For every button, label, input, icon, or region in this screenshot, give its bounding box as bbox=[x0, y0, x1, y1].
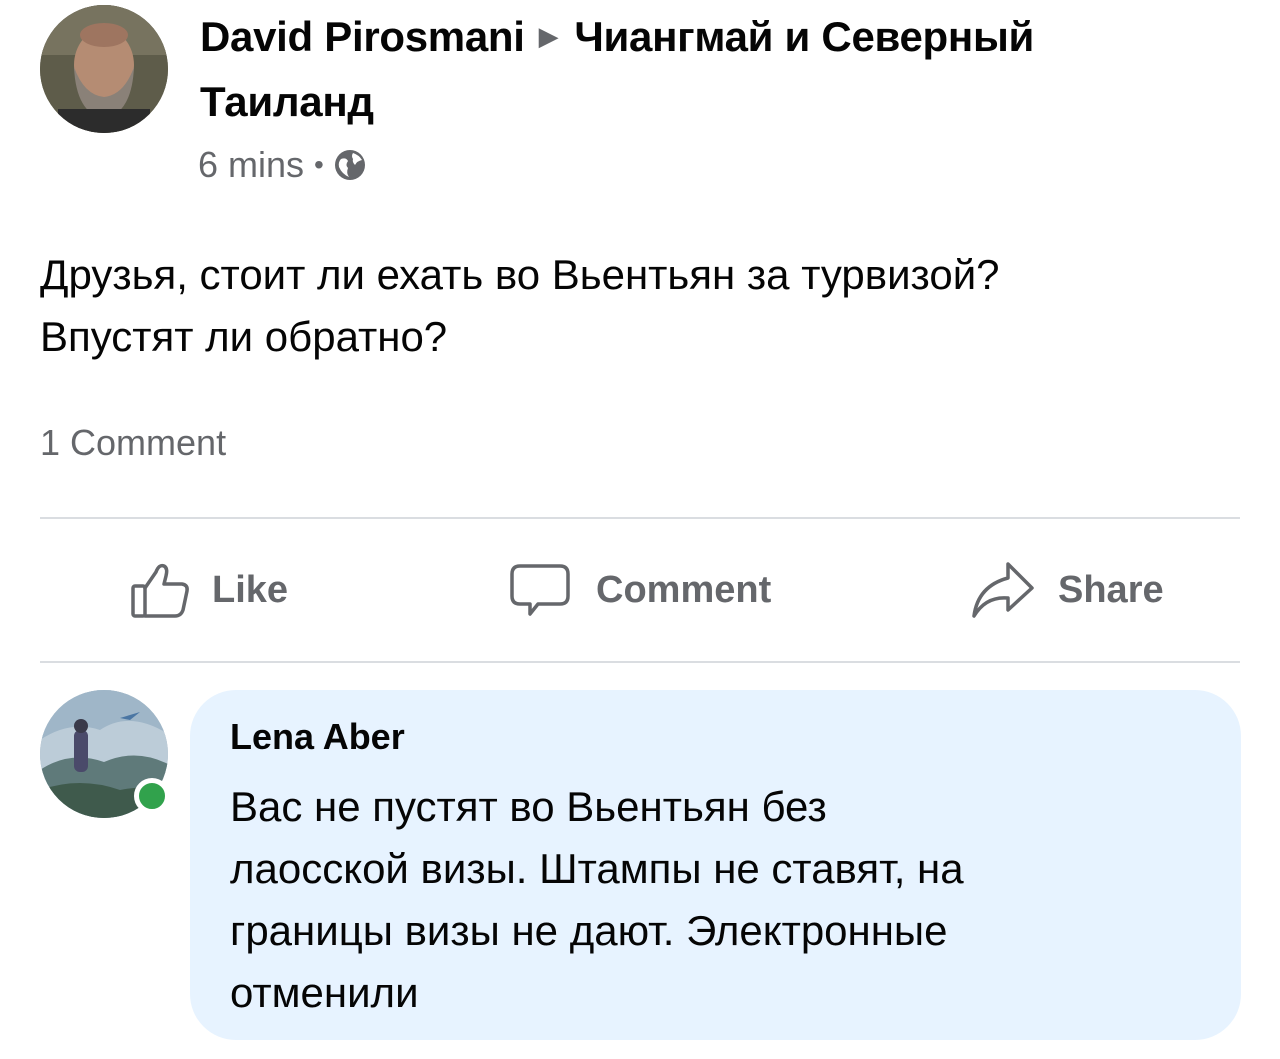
comment-text-line: лаосской визы. Штампы не ставят, на bbox=[230, 845, 964, 892]
comment-button[interactable]: Comment bbox=[508, 560, 771, 620]
post-author-avatar[interactable] bbox=[40, 5, 168, 133]
thumbs-up-icon bbox=[131, 563, 189, 618]
post-meta: 6 mins • bbox=[198, 144, 368, 186]
comment-bubble: Lena Aber Вас не пустят во Вьентьян без … bbox=[190, 690, 1241, 1040]
post-author-name[interactable]: David Pirosmani bbox=[200, 13, 525, 60]
post-text: Друзья, стоит ли ехать во Вьентьян за ту… bbox=[40, 244, 1250, 368]
share-label: Share bbox=[1058, 568, 1164, 611]
commenter-name[interactable]: Lena Aber bbox=[230, 716, 405, 758]
separator-dot: • bbox=[314, 149, 324, 180]
arrow-right-icon: ▶ bbox=[538, 21, 559, 51]
like-button[interactable]: Like bbox=[128, 560, 288, 620]
comment-count[interactable]: 1 Comment bbox=[40, 422, 226, 464]
post-header: David Pirosmani ▶ Чиангмай и Северный bbox=[200, 8, 1034, 65]
comment-text: Вас не пустят во Вьентьян без лаосской в… bbox=[230, 776, 1210, 1024]
comment-text-line: границы визы не дают. Электронные bbox=[230, 907, 948, 954]
divider bbox=[40, 661, 1240, 663]
post-time[interactable]: 6 mins bbox=[198, 144, 304, 186]
comment-label: Comment bbox=[596, 568, 772, 611]
group-name[interactable]: Чиангмай и Северный bbox=[574, 13, 1034, 60]
comment-text-line: Вас не пустят во Вьентьян без bbox=[230, 783, 827, 830]
comment-text-line: отменили bbox=[230, 969, 419, 1016]
comment-bubble-icon bbox=[510, 564, 570, 616]
online-status-indicator bbox=[134, 778, 170, 814]
post-text-line: Впустят ли обратно? bbox=[40, 313, 448, 360]
like-label: Like bbox=[212, 568, 289, 611]
globe-icon bbox=[332, 147, 368, 183]
group-name-continued[interactable]: Таиланд bbox=[200, 74, 374, 130]
share-button[interactable]: Share bbox=[968, 560, 1164, 620]
post-text-line: Друзья, стоит ли ехать во Вьентьян за ту… bbox=[40, 251, 1000, 298]
share-arrow-icon bbox=[972, 562, 1034, 618]
avatar-photo bbox=[40, 5, 168, 133]
divider bbox=[40, 517, 1240, 519]
